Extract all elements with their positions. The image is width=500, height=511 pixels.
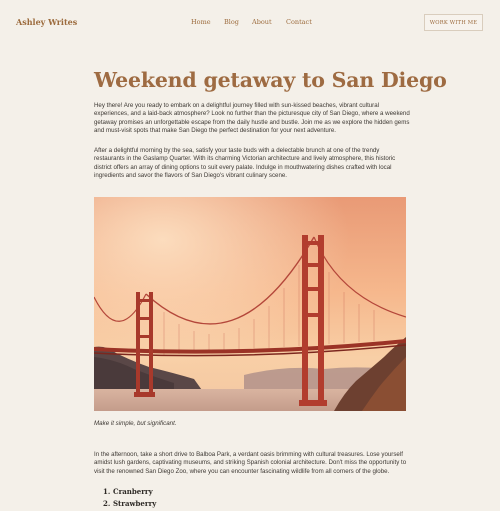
list-item: 1. Cranberry: [103, 487, 153, 496]
article-paragraph-brunch: After a delightful morning by the sea, s…: [94, 147, 396, 179]
nav-home-link[interactable]: Home: [191, 18, 211, 26]
nav-blog-link[interactable]: Blog: [224, 18, 239, 26]
site-header: Ashley Writes Home Blog About Contact WO…: [0, 0, 500, 46]
golden-gate-bridge-photo: [94, 197, 406, 411]
fruit-list: 1. Cranberry 2. Strawberry: [94, 486, 156, 510]
article-paragraph-intro: Hey there! Are you ready to embark on a …: [94, 102, 410, 134]
nav-about-link[interactable]: About: [252, 18, 272, 26]
list-item: 2. Strawberry: [103, 499, 157, 508]
work-with-me-button[interactable]: WORK WITH ME: [424, 14, 483, 31]
article-paragraph-balboa: In the afternoon, take a short drive to …: [94, 451, 407, 475]
article-title: Weekend getaway to San Diego: [94, 68, 447, 92]
brand-logo-link[interactable]: Ashley Writes: [16, 17, 77, 27]
nav-contact-link[interactable]: Contact: [286, 18, 312, 26]
photo-caption: Make it simple, but significant.: [94, 420, 177, 427]
